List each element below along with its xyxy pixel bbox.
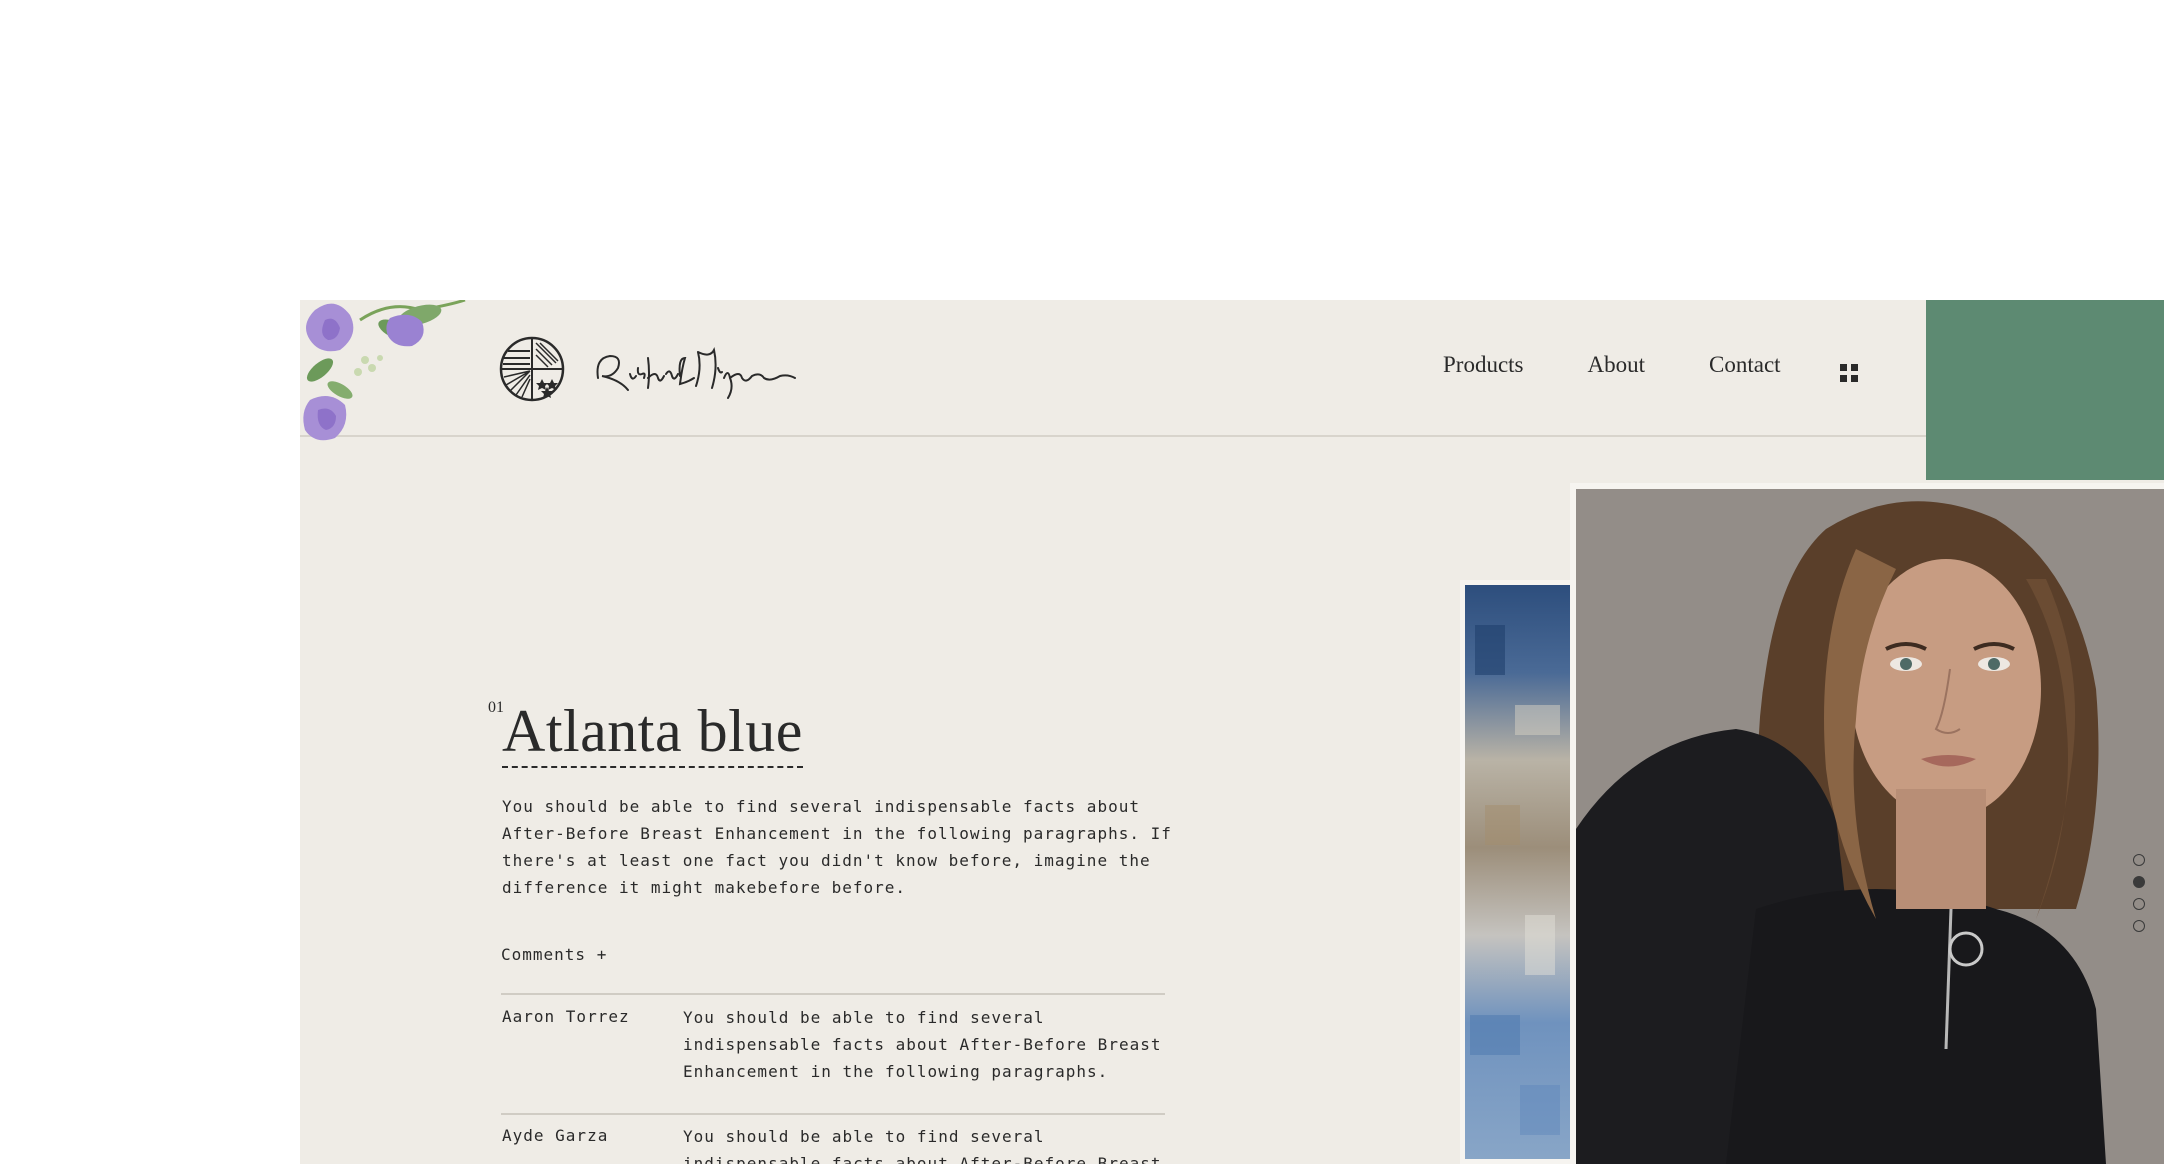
slider-dot[interactable]	[2133, 920, 2145, 932]
comment-author: Aaron Torrez	[502, 1007, 630, 1026]
article-title[interactable]: Atlanta blue	[502, 698, 803, 768]
signature-logo[interactable]	[590, 338, 800, 400]
menu-grid-icon[interactable]	[1840, 364, 1858, 382]
header-divider	[300, 435, 1926, 437]
menu-grid-cell	[1840, 364, 1847, 371]
comment-author: Ayde Garza	[502, 1126, 609, 1145]
menu-grid-cell	[1851, 375, 1858, 382]
comments-toggle-button[interactable]: Comments +	[501, 945, 607, 964]
rug-product-image[interactable]	[1460, 580, 1570, 1164]
comment-divider	[501, 993, 1165, 995]
slider-dot[interactable]	[2133, 898, 2145, 910]
comment-divider	[501, 1113, 1165, 1115]
slider-dot[interactable]	[2133, 854, 2145, 866]
comment-text: You should be able to find several indis…	[683, 1127, 1162, 1164]
flower-decoration	[303, 300, 466, 441]
green-accent-block	[1926, 300, 2164, 480]
model-portrait-image[interactable]	[1576, 489, 2164, 1164]
article-body: You should be able to find several indis…	[502, 797, 1172, 897]
nav-item-contact[interactable]: Contact	[1709, 352, 1781, 378]
comment-text: You should be able to find several indis…	[683, 1008, 1162, 1081]
menu-grid-cell	[1851, 364, 1858, 371]
page-frame: Products About Contact 01 Atlanta blue Y…	[300, 300, 2164, 1164]
slider-dot-active[interactable]	[2133, 876, 2145, 888]
slider-pagination	[2133, 854, 2145, 932]
menu-grid-cell	[1840, 375, 1847, 382]
nav-item-products[interactable]: Products	[1443, 352, 1524, 378]
main-nav: Products About Contact	[1443, 352, 1781, 378]
nav-item-about[interactable]: About	[1588, 352, 1646, 378]
logo-emblem-icon[interactable]	[498, 335, 566, 403]
